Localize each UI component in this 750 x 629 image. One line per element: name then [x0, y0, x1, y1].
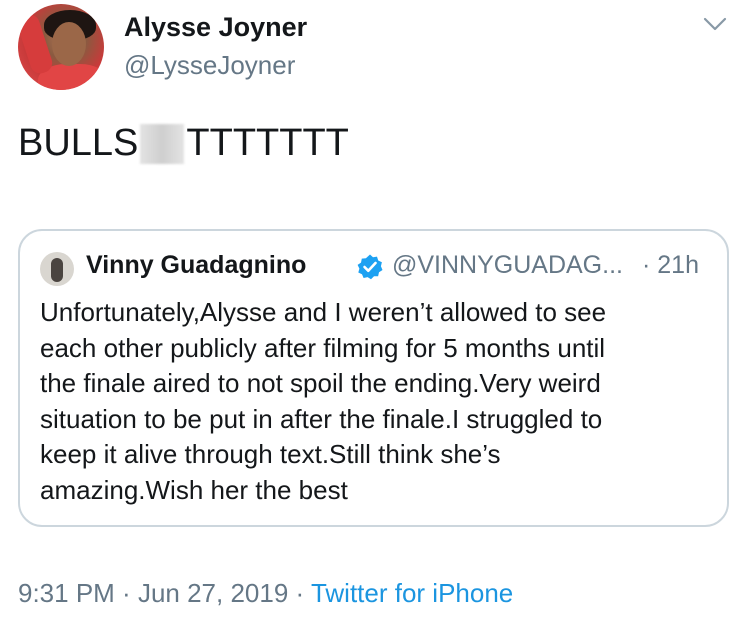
- quoted-body-line: amazing.Wish her the best: [40, 474, 348, 505]
- author-handle[interactable]: @LysseJoyner: [124, 50, 295, 81]
- meta-separator: ·: [288, 578, 311, 608]
- chevron-down-icon[interactable]: [703, 16, 727, 32]
- quoted-author-handle: @VINNYGUADAG...: [392, 251, 623, 279]
- author-display-name[interactable]: Alysse Joyner: [124, 12, 307, 43]
- censor-blur: [140, 123, 185, 164]
- quoted-body-line: each other publicly after filming for 5 …: [40, 332, 606, 363]
- quoted-body-line: keep it alive through text.Still think s…: [40, 439, 501, 469]
- tweet-time[interactable]: 9:31 PM: [18, 578, 115, 608]
- tweet-text: BULLS TTTTTTT: [18, 122, 349, 165]
- tweet-text-start: BULLS: [18, 122, 139, 164]
- tweet-date[interactable]: Jun 27, 2019: [138, 578, 288, 608]
- quoted-author-avatar: [40, 252, 74, 286]
- quoted-tweet-card[interactable]: Vinny Guadagnino @VINNYGUADAG... · 21h U…: [18, 229, 729, 527]
- avatar-face: [52, 22, 86, 66]
- author-avatar[interactable]: [18, 4, 104, 90]
- quoted-body-line: situation to be put in after the finale.…: [40, 403, 603, 434]
- tweet-meta: 9:31 PM · Jun 27, 2019 · Twitter for iPh…: [18, 578, 513, 609]
- quoted-author-name: Vinny Guadagnino: [86, 251, 307, 279]
- avatar-figure: [51, 258, 63, 282]
- quoted-body-line: Unfortunately,Alysse and I weren’t allow…: [40, 297, 607, 327]
- quoted-timestamp: · 21h: [642, 251, 699, 279]
- verified-badge-icon: [357, 254, 383, 280]
- tweet-text-end: TTTTTTT: [186, 122, 349, 164]
- tweet-source-link[interactable]: Twitter for iPhone: [311, 578, 513, 608]
- quoted-tweet-body: Unfortunately,Alysse and I weren’t allow…: [40, 295, 720, 508]
- quoted-body-line: the finale aired to not spoil the ending…: [40, 368, 601, 398]
- meta-separator: ·: [114, 578, 138, 608]
